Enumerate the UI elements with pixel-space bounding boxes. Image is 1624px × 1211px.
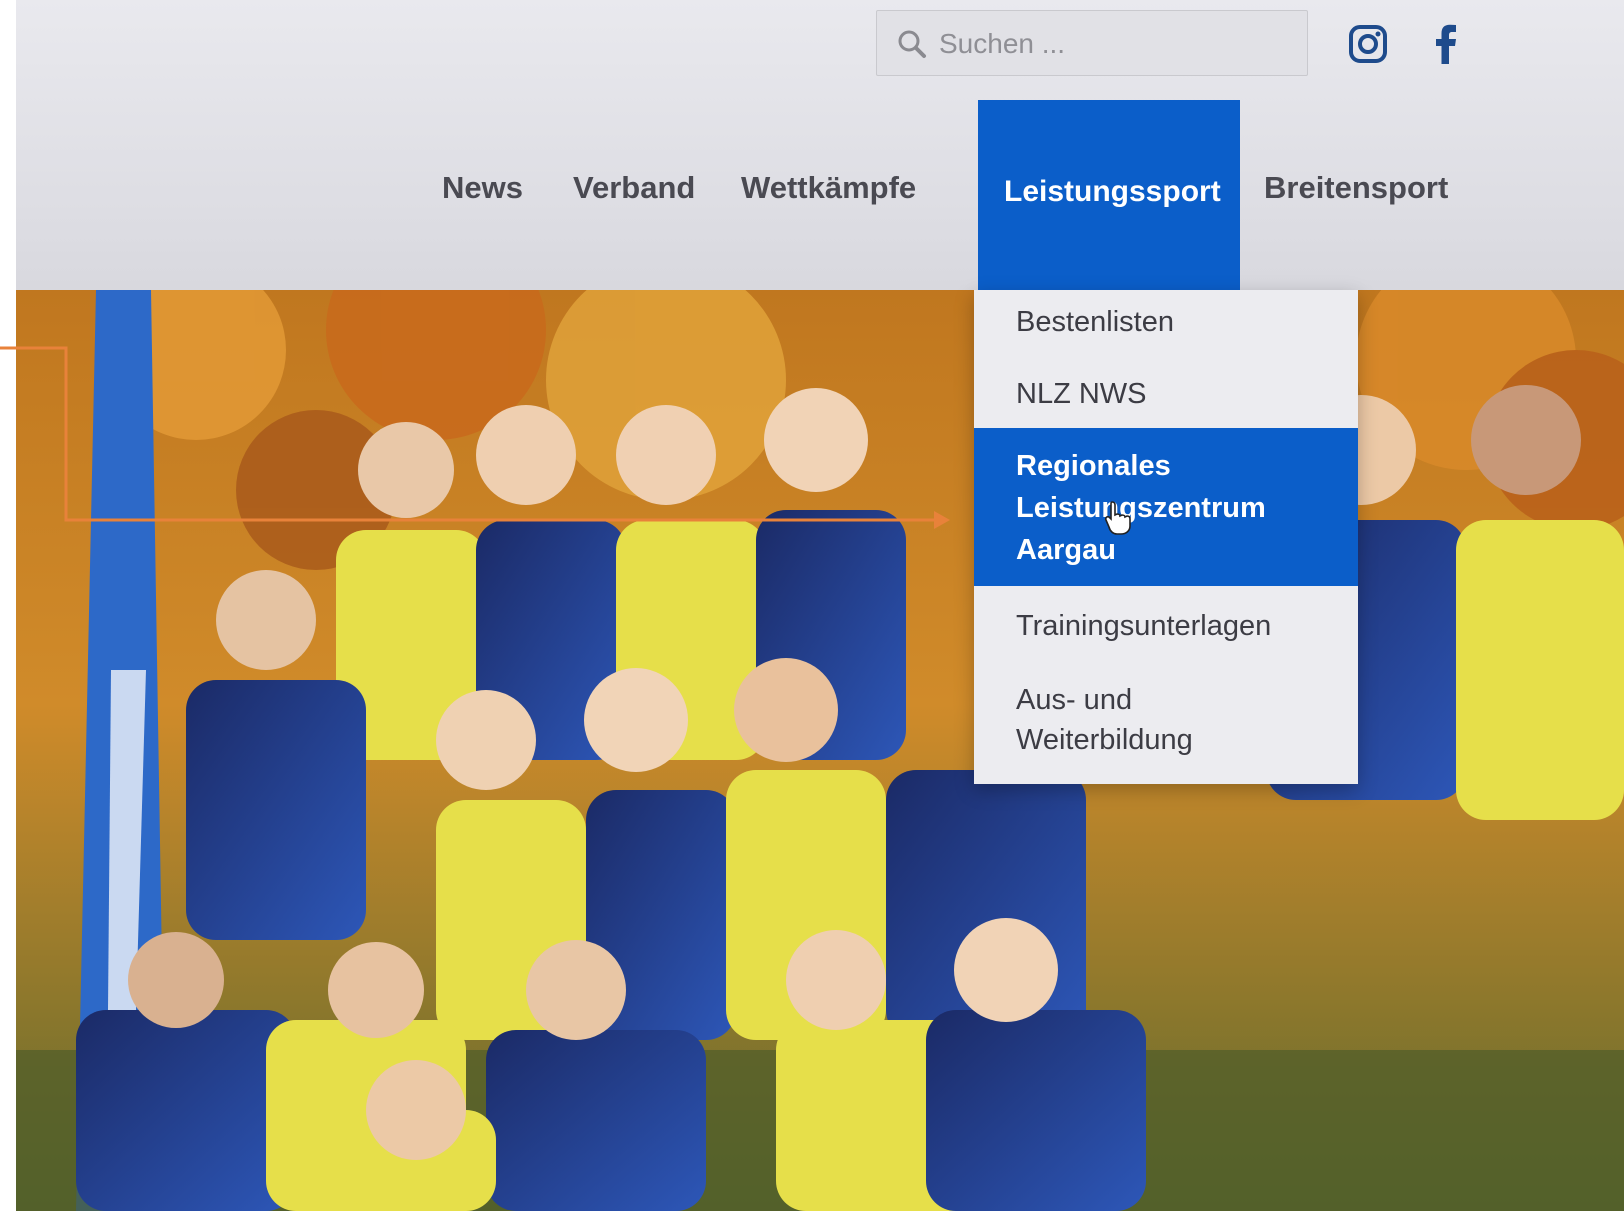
facebook-icon[interactable] <box>1426 24 1466 64</box>
dropdown-item-label: Trainingsunterlagen <box>1016 610 1272 642</box>
browser-screen: News Verband Wettkämpfe Leistungssport B… <box>16 0 1624 1211</box>
search-input[interactable] <box>937 25 1281 63</box>
dropdown-item-label-line-2: Weiterbildung <box>1016 724 1193 756</box>
nav-item-breitensport[interactable]: Breitensport <box>1264 170 1448 206</box>
hero-photo <box>16 290 1624 1211</box>
dropdown-item-regionales-leistungszentrum-aargau[interactable]: Regionales Leistungszentrum Aargau <box>974 428 1358 586</box>
nav-item-wettkaempfe[interactable]: Wettkämpfe <box>741 170 916 206</box>
instagram-icon[interactable] <box>1348 24 1388 64</box>
hand-pointer-icon <box>1104 501 1131 535</box>
search-icon <box>898 30 926 58</box>
dropdown-item-label-line-2: Leistungszentrum <box>1016 492 1266 524</box>
search-box[interactable] <box>876 10 1308 76</box>
dropdown-item-label: NLZ NWS <box>1016 378 1147 410</box>
leistungssport-dropdown-menu: Bestenlisten NLZ NWS Regionales Leistung… <box>974 290 1358 784</box>
dropdown-item-label-line-1: Regionales <box>1016 450 1171 482</box>
dropdown-item-aus-und-weiterbildung[interactable]: Aus- und Weiterbildung <box>974 664 1358 784</box>
main-navigation: News Verband Wettkämpfe Leistungssport B… <box>16 100 1624 290</box>
nav-item-news[interactable]: News <box>442 170 523 206</box>
dropdown-item-label-line-1: Aus- und <box>1016 684 1133 716</box>
nav-item-verband[interactable]: Verband <box>573 170 695 206</box>
nav-item-leistungssport-label: Leistungssport <box>1004 175 1221 208</box>
site-header: News Verband Wettkämpfe Leistungssport B… <box>16 0 1624 290</box>
dropdown-item-bestenlisten[interactable]: Bestenlisten <box>974 290 1358 358</box>
dropdown-item-nlz-nws[interactable]: NLZ NWS <box>974 358 1358 428</box>
nav-item-leistungssport[interactable]: Leistungssport <box>978 100 1240 290</box>
dropdown-item-trainingsunterlagen[interactable]: Trainingsunterlagen <box>974 586 1358 664</box>
dropdown-item-label-line-3: Aargau <box>1016 534 1116 566</box>
dropdown-item-label: Bestenlisten <box>1016 306 1174 338</box>
